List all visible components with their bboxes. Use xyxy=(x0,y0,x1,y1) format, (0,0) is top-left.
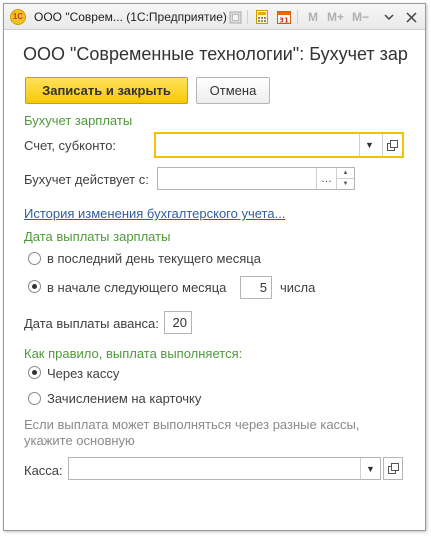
history-link[interactable]: История изменения бухгалтерского учета..… xyxy=(24,206,285,221)
last-day-label[interactable]: в последний день текущего месяца xyxy=(47,251,261,266)
app-logo-icon: 1С xyxy=(10,9,26,25)
calendar-day-label: 31 xyxy=(279,16,289,24)
cashbox-label: Касса: xyxy=(24,463,63,478)
card-label[interactable]: Зачислением на карточку xyxy=(47,391,201,406)
effective-date-field[interactable]: … ▲ ▼ xyxy=(157,167,355,190)
cancel-button[interactable]: Отмена xyxy=(196,77,270,104)
cash-label[interactable]: Через кассу xyxy=(47,366,119,381)
day-suffix-label: числа xyxy=(280,280,316,295)
save-and-close-button[interactable]: Записать и закрыть xyxy=(25,77,188,104)
toolbar-separator xyxy=(247,10,248,24)
next-month-label[interactable]: в начале следующего месяца xyxy=(47,280,226,295)
memory-add-button[interactable]: M+ xyxy=(327,10,344,24)
memory-button[interactable]: M xyxy=(308,10,318,24)
memory-subtract-button[interactable]: M− xyxy=(352,10,369,24)
cash-radio[interactable] xyxy=(28,366,41,379)
day-of-month-input[interactable]: 5 xyxy=(240,276,272,299)
cashbox-hint: Если выплата может выполняться через раз… xyxy=(24,417,360,448)
advance-date-input[interactable]: 20 xyxy=(164,311,192,334)
chevron-down-icon[interactable]: ▼ xyxy=(337,179,354,189)
account-field[interactable]: ▼ xyxy=(154,132,404,158)
select-date-icon[interactable]: … xyxy=(316,168,336,189)
more-icon[interactable] xyxy=(382,10,396,24)
payment-date-section-label: Дата выплаты зарплаты xyxy=(24,229,171,244)
effective-date-label: Бухучет действует с: xyxy=(24,172,149,187)
open-icon[interactable] xyxy=(382,134,402,156)
page-title: ООО "Современные технологии": Бухучет за… xyxy=(23,44,408,64)
accounting-section-label: Бухучет зарплаты xyxy=(24,113,133,128)
account-label: Счет, субконто: xyxy=(24,138,117,153)
cashbox-open-button[interactable] xyxy=(383,457,403,480)
chevron-down-icon[interactable]: ▼ xyxy=(360,458,380,479)
chevron-up-icon[interactable]: ▲ xyxy=(337,168,354,179)
calculator-icon[interactable] xyxy=(255,10,269,24)
last-day-radio[interactable] xyxy=(28,252,41,265)
payment-method-section-label: Как правило, выплата выполняется: xyxy=(24,346,243,361)
open-icon xyxy=(387,463,399,474)
toolbar-separator xyxy=(297,10,298,24)
title-bar: 1С ООО "Соврем... (1С:Предприятие) 31 M … xyxy=(4,4,425,30)
date-stepper[interactable]: ▲ ▼ xyxy=(336,168,354,189)
close-icon[interactable] xyxy=(404,10,418,24)
next-month-radio[interactable] xyxy=(28,280,41,293)
calendar-icon[interactable]: 31 xyxy=(277,10,291,24)
card-radio[interactable] xyxy=(28,392,41,405)
form-window: 1С ООО "Соврем... (1С:Предприятие) 31 M … xyxy=(3,3,426,531)
chevron-down-icon[interactable]: ▼ xyxy=(359,134,379,156)
cashbox-field[interactable]: ▼ xyxy=(68,457,381,480)
favorite-icon[interactable] xyxy=(228,10,242,24)
window-title: ООО "Соврем... (1С:Предприятие) xyxy=(34,10,227,24)
advance-date-label: Дата выплаты аванса: xyxy=(24,316,159,331)
